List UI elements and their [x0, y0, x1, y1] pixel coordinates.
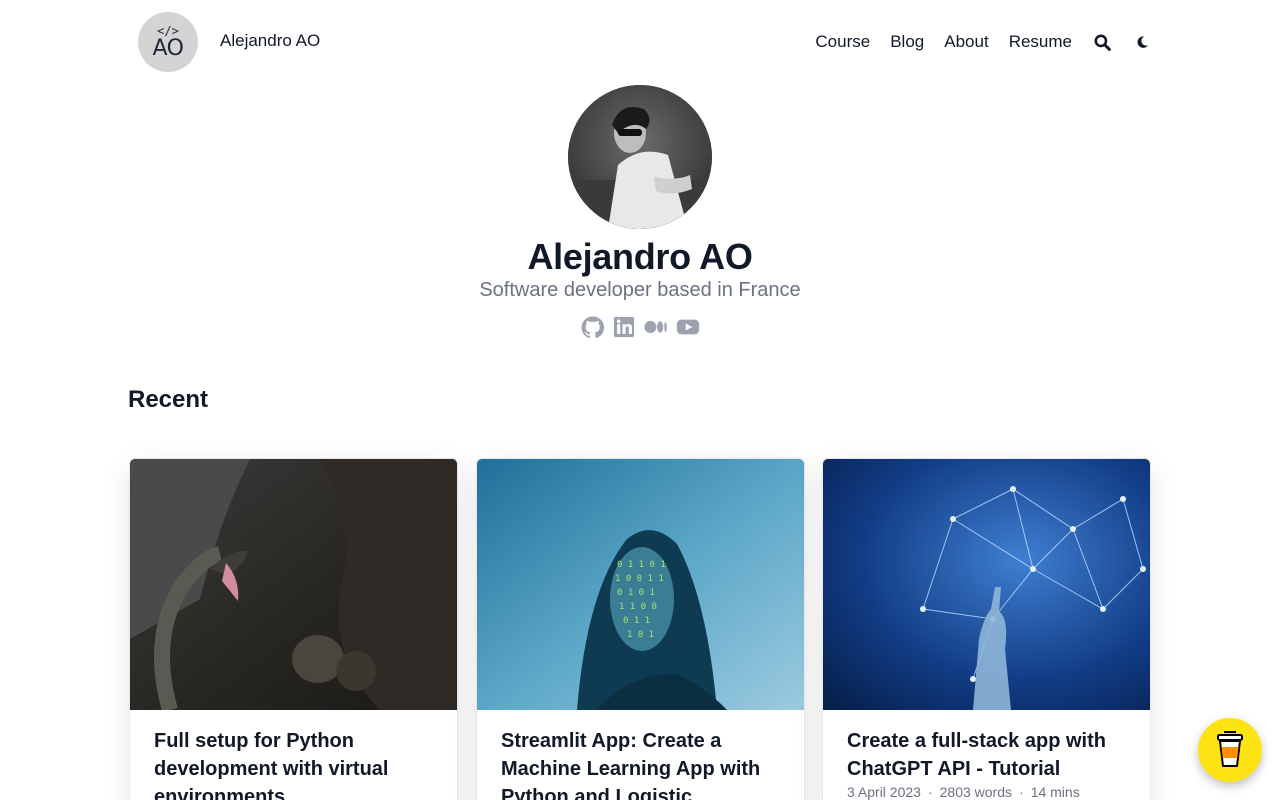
meta-separator: · — [1019, 784, 1024, 800]
search-icon[interactable] — [1092, 32, 1112, 52]
recent-section-title: Recent — [128, 386, 209, 413]
github-icon[interactable] — [580, 315, 604, 339]
svg-text:1 1 0 0: 1 1 0 0 — [619, 602, 657, 612]
author-avatar — [568, 85, 712, 229]
nav-blog[interactable]: Blog — [890, 32, 924, 52]
snake-photo — [130, 459, 457, 710]
meta-separator: · — [927, 784, 933, 800]
site-name-link[interactable]: Alejandro AO — [220, 31, 320, 51]
medium-icon[interactable] — [644, 315, 668, 339]
svg-text:0 1 1 0 1: 0 1 1 0 1 — [617, 560, 666, 570]
social-links — [0, 315, 1280, 339]
article-card[interactable]: 0 1 1 0 1 1 0 0 1 1 0 1 0 1 1 1 0 0 0 1 … — [476, 458, 805, 800]
article-title[interactable]: Full setup for Python development with v… — [154, 727, 433, 800]
author-headline: Software developer based in France — [479, 279, 801, 301]
site-logo[interactable]: </> AO — [138, 12, 198, 72]
article-title[interactable]: Create a full-stack app with ChatGPT API… — [847, 727, 1126, 783]
article-title[interactable]: Streamlit App: Create a Machine Learning… — [501, 727, 780, 800]
woman-binary-projection-photo: 0 1 1 0 1 1 0 0 1 1 0 1 0 1 1 1 0 0 0 1 … — [477, 459, 804, 710]
linkedin-icon[interactable] — [612, 315, 636, 339]
site-header: </> AO Alejandro AO Course Blog About Re… — [0, 0, 1280, 84]
buy-me-coffee-button[interactable] — [1198, 718, 1262, 782]
main-nav: Course Blog About Resume — [795, 29, 1152, 55]
svg-text:1 0 1: 1 0 1 — [627, 630, 654, 640]
article-meta: 3 April 2023 · 2803 words · 14 mins — [847, 784, 1080, 800]
moon-icon[interactable] — [1132, 32, 1152, 52]
article-word-count: 2803 words — [939, 784, 1013, 800]
article-card[interactable]: Full setup for Python development with v… — [129, 458, 458, 800]
logo-initials: AO — [152, 36, 184, 61]
article-card[interactable]: Create a full-stack app with ChatGPT API… — [822, 458, 1151, 800]
author-name: Alejandro AO — [527, 236, 753, 277]
nav-about[interactable]: About — [944, 32, 988, 52]
coffee-cup-icon — [1217, 731, 1243, 767]
svg-text:0 1 0 1: 0 1 0 1 — [617, 588, 655, 598]
youtube-icon[interactable] — [676, 315, 700, 339]
nav-resume[interactable]: Resume — [1009, 32, 1072, 52]
svg-text:1 0 0 1 1: 1 0 0 1 1 — [615, 574, 664, 584]
article-reading-time: 14 mins — [1030, 784, 1080, 800]
article-date: 3 April 2023 — [847, 784, 921, 800]
robot-hand-network-photo — [823, 459, 1150, 710]
svg-text:0 1 1: 0 1 1 — [623, 616, 650, 626]
nav-course[interactable]: Course — [815, 32, 870, 52]
